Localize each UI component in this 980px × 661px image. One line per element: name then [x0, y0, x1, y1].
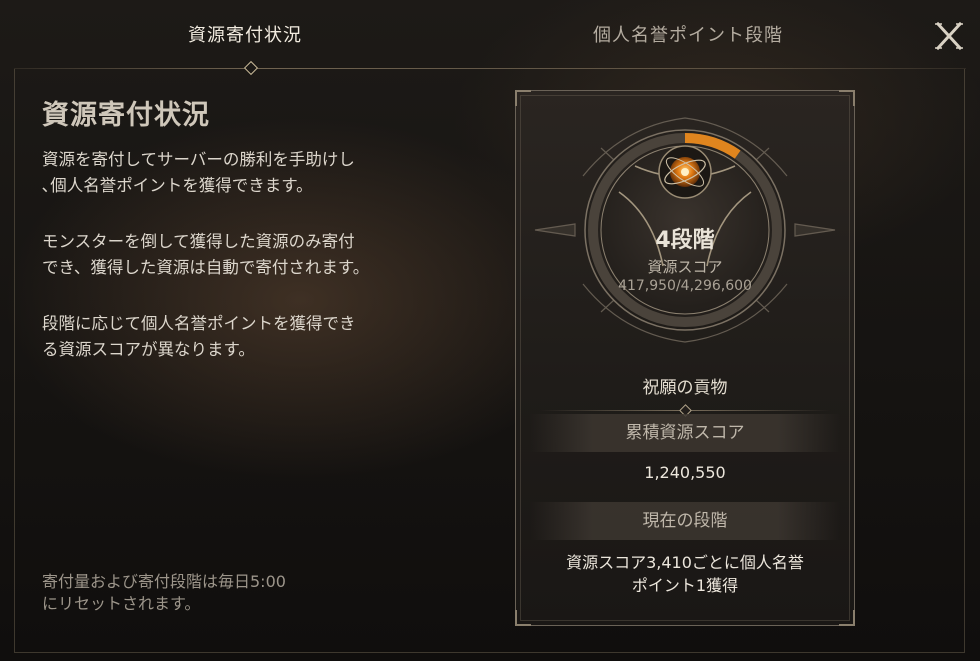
current-stage-reward: 資源スコア3,410ごとに個人名誉 ポイント1獲得 — [566, 553, 804, 595]
resource-score-value: 417,950/4,296,600 — [618, 278, 752, 294]
card-corner — [839, 610, 855, 626]
description-paragraph: 資源を寄付してサーバーの勝利を手助けし ､個人名誉ポイントを獲得できます。 — [42, 150, 355, 195]
current-stage-title: 4段階 — [655, 228, 715, 253]
tab-resource-donation[interactable]: 資源寄付状況 — [188, 21, 302, 47]
close-icon — [935, 21, 963, 51]
current-stage-header: 現在の段階 — [530, 502, 840, 540]
description-paragraph: モンスターを倒して獲得した資源のみ寄付 でき、獲得した資源は自動で寄付されます。 — [42, 232, 370, 277]
resource-orb-icon — [658, 145, 712, 199]
cumulative-score-value: 1,240,550 — [644, 463, 726, 482]
tab-personal-honor-stage[interactable]: 個人名誉ポイント段階 — [593, 21, 783, 47]
tab-bar: 資源寄付状況 個人名誉ポイント段階 — [0, 0, 980, 76]
description-paragraph: 段階に応じて個人名誉ポイントを獲得でき る資源スコアが異なります。 — [42, 314, 356, 359]
close-button[interactable] — [931, 18, 967, 54]
cumulative-score-header: 累積資源スコア — [530, 414, 840, 452]
card-corner — [515, 610, 531, 626]
reset-note: 寄付量および寄付段階は毎日5:00 にリセットされます。 — [42, 572, 286, 613]
offering-title: 祝願の貢物 — [642, 378, 728, 398]
section-title: 資源寄付状況 — [42, 100, 210, 131]
resource-score-label: 資源スコア — [647, 258, 723, 276]
